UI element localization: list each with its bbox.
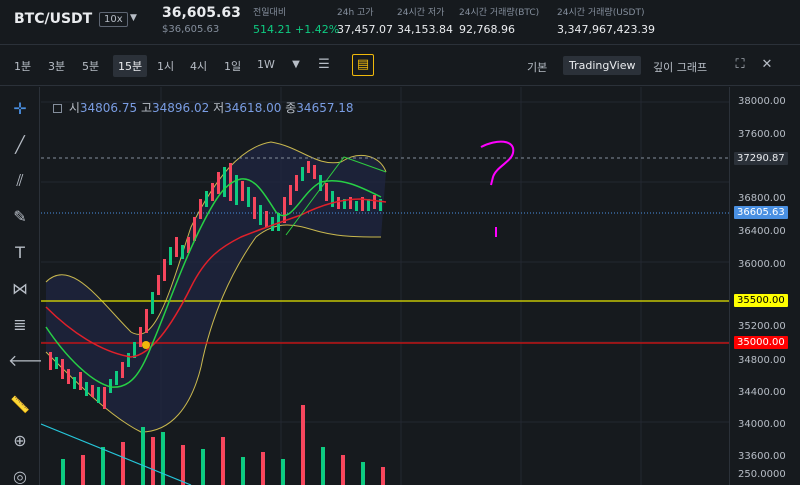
stat-volume-btc: 24시간 거래량(BTC) 92,768.96 bbox=[459, 8, 540, 36]
timeframe-15m[interactable]: 15분 bbox=[113, 55, 148, 77]
tick-label: 36800.00 bbox=[738, 193, 786, 204]
chart-canvas[interactable] bbox=[41, 87, 729, 485]
drawing-toolbar: ✛ ╱ ⫽ ✎ T ⋈ ≣ 🡐 📏 ⊕ ◎ bbox=[0, 87, 51, 485]
text-icon[interactable]: T bbox=[8, 241, 32, 265]
view-depth[interactable]: 깊이 그래프 bbox=[653, 59, 707, 75]
timeframe-1h[interactable]: 1시 bbox=[157, 58, 174, 74]
fullscreen-icon[interactable]: ⛶ bbox=[729, 54, 751, 76]
pitchfork-icon[interactable]: ⫽ bbox=[8, 169, 32, 193]
stat-volume-usdt: 24시간 거래량(USDT) 3,347,967,423.39 bbox=[557, 8, 655, 36]
zoom-in-icon[interactable]: ⊕ bbox=[8, 429, 32, 453]
chart-toolbar: 1분 3분 5분 15분 1시 4시 1일 1W ▼ ☰ ▤ 기본 Tradin… bbox=[0, 46, 800, 86]
timeframe-5m[interactable]: 5분 bbox=[82, 58, 99, 74]
tick-label: 37600.00 bbox=[738, 129, 786, 140]
collapse-icon[interactable] bbox=[53, 104, 62, 113]
pattern-icon[interactable]: ⋈ bbox=[8, 277, 32, 301]
ohlc-high: 34896.02 bbox=[152, 101, 210, 115]
ohlc-low: 34618.00 bbox=[224, 101, 282, 115]
tick-label: 36000.00 bbox=[738, 259, 786, 270]
tick-label: 38000.00 bbox=[738, 96, 786, 107]
tick-label: 34400.00 bbox=[738, 387, 786, 398]
indicator-settings-icon[interactable]: ☰ bbox=[313, 54, 335, 76]
stat-high: 24h 고가 37,457.07 bbox=[337, 8, 393, 36]
last-price: 36,605.63 bbox=[162, 5, 241, 21]
chevron-down-icon[interactable]: ▼ bbox=[130, 13, 137, 23]
stat-low: 24시간 저가 34,153.84 bbox=[397, 8, 453, 36]
timeframe-1d[interactable]: 1일 bbox=[224, 58, 241, 74]
price-axis[interactable]: 38000.00 37600.00 36800.00 36400.00 3600… bbox=[729, 87, 800, 485]
fibonacci-icon[interactable]: ≣ bbox=[8, 313, 32, 337]
tick-label: 36400.00 bbox=[738, 226, 786, 237]
price-label-35500: 35500.00 bbox=[734, 294, 788, 307]
last-price-usd: $36,605.63 bbox=[162, 24, 220, 35]
view-basic[interactable]: 기본 bbox=[527, 59, 547, 75]
view-tradingview[interactable]: TradingView bbox=[563, 56, 642, 75]
price-label-35000: 35000.00 bbox=[734, 336, 788, 349]
ohlc-open: 34806.75 bbox=[79, 101, 138, 115]
tick-label: 250.0000 bbox=[738, 469, 786, 480]
ruler-icon[interactable]: 📏 bbox=[8, 393, 32, 417]
ticker-header: BTC/USDT 10x ▼ 36,605.63 $36,605.63 전일대비… bbox=[0, 0, 800, 45]
tick-label: 35200.00 bbox=[738, 321, 786, 332]
stat-change: 전일대비 514.21 +1.42% bbox=[253, 8, 340, 36]
timeframe-1w[interactable]: 1W bbox=[257, 58, 275, 71]
tick-label: 34800.00 bbox=[738, 355, 786, 366]
tick-label: 33600.00 bbox=[738, 451, 786, 462]
ohlc-close: 34657.18 bbox=[296, 101, 354, 115]
question-mark-drawing[interactable] bbox=[480, 140, 515, 186]
price-label-high: 37290.87 bbox=[734, 152, 788, 165]
volume-bars bbox=[61, 405, 385, 485]
price-label-last: 36605.63 bbox=[734, 206, 788, 219]
brush-icon[interactable]: ✎ bbox=[8, 205, 32, 229]
trendline-icon[interactable]: ╱ bbox=[8, 133, 32, 157]
arrow-left-icon[interactable]: 🡐 bbox=[8, 349, 51, 373]
magnet-icon[interactable]: ◎ bbox=[8, 465, 32, 485]
crosshair-icon[interactable]: ✛ bbox=[8, 97, 32, 121]
chevron-down-icon[interactable]: ▼ bbox=[285, 54, 307, 76]
timeframe-1m[interactable]: 1분 bbox=[14, 58, 31, 74]
timeframe-4h[interactable]: 4시 bbox=[190, 58, 207, 74]
timeframe-3m[interactable]: 3분 bbox=[48, 58, 65, 74]
leverage-badge[interactable]: 10x bbox=[99, 12, 128, 27]
chart-settings-icon[interactable]: ▤ bbox=[352, 54, 374, 76]
close-icon[interactable]: ✕ bbox=[756, 54, 778, 76]
ohlc-readout: 시34806.75 고34896.02 저34618.00 종34657.18 bbox=[53, 99, 354, 116]
tick-label: 34000.00 bbox=[738, 419, 786, 430]
signal-marker bbox=[142, 341, 150, 349]
trading-pair[interactable]: BTC/USDT bbox=[14, 11, 92, 27]
price-chart[interactable]: 시34806.75 고34896.02 저34618.00 종34657.18 bbox=[41, 87, 729, 485]
